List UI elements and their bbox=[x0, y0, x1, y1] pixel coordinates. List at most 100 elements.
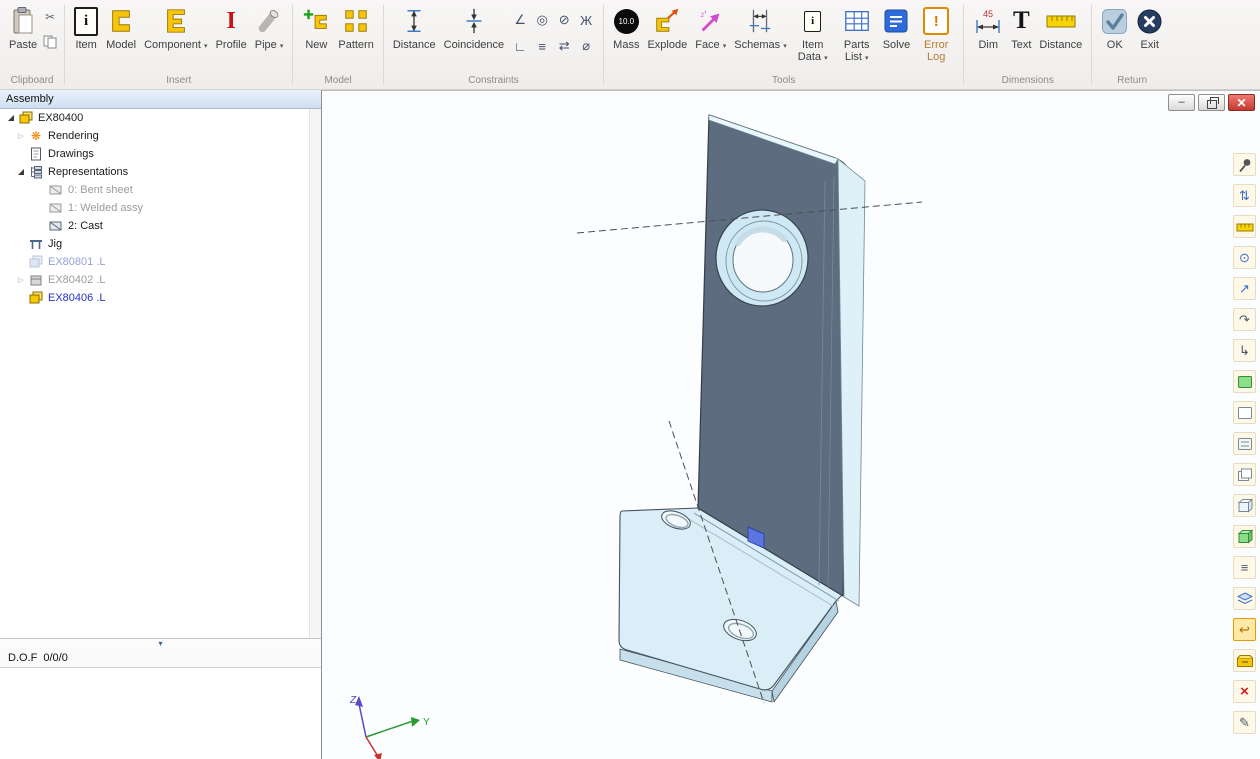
ok-button[interactable]: OK bbox=[1098, 3, 1131, 53]
solve-icon bbox=[883, 5, 909, 37]
text-icon: T bbox=[1013, 5, 1030, 37]
sketch-plane-icon[interactable] bbox=[1233, 432, 1256, 455]
tree-item-representations[interactable]: ◢ Representations bbox=[0, 163, 321, 181]
measure-ruler-icon[interactable] bbox=[1233, 215, 1256, 238]
graphics-area[interactable]: Z Y – ✕ ⇅ ⊙ ↗ ↷ ↳ bbox=[322, 90, 1260, 759]
group-label-return: Return bbox=[1094, 75, 1170, 89]
center-point-icon[interactable]: ⊙ bbox=[1233, 246, 1256, 269]
error-log-button[interactable]: ! Error Log bbox=[915, 3, 957, 66]
panel-splitter[interactable]: ▾ bbox=[0, 638, 321, 648]
component-button[interactable]: Component ▾ bbox=[141, 3, 210, 53]
tree-item-rep-welded-assy[interactable]: 1: Welded assy bbox=[0, 199, 321, 217]
parts-list-button[interactable]: Parts List ▾ bbox=[836, 3, 878, 66]
concentric-constraint-icon[interactable]: ◎ bbox=[537, 12, 548, 28]
paste-button[interactable]: Paste bbox=[6, 3, 40, 53]
3d-viewport[interactable]: Z Y bbox=[322, 91, 1259, 759]
expander-icon[interactable]: ◢ bbox=[4, 114, 18, 122]
dropdown-arrow-icon: ▾ bbox=[824, 55, 828, 62]
distance-dimension-button[interactable]: Distance bbox=[1036, 3, 1085, 53]
direction-icon[interactable]: ↗ bbox=[1233, 277, 1256, 300]
curve-icon[interactable]: ↷ bbox=[1233, 308, 1256, 331]
exit-button[interactable]: Exit bbox=[1133, 3, 1166, 53]
angle-constraint-icon[interactable]: ∠ bbox=[514, 12, 526, 28]
edit-sketch-icon[interactable]: ✎ bbox=[1233, 711, 1256, 734]
perpendicular-constraint-icon[interactable]: ∟ bbox=[514, 39, 527, 54]
new-button[interactable]: New bbox=[299, 3, 333, 53]
dropdown-arrow-icon: ▾ bbox=[865, 55, 869, 62]
flip-orientation-icon[interactable]: ⇅ bbox=[1233, 184, 1256, 207]
pipe-button[interactable]: Pipe ▾ bbox=[252, 3, 287, 53]
distance-constraint-button[interactable]: Distance bbox=[390, 3, 439, 53]
tree-scrollbar[interactable] bbox=[309, 109, 321, 638]
profile-button[interactable]: I Profile bbox=[213, 3, 250, 53]
dim-button[interactable]: 45 Dim bbox=[970, 3, 1006, 53]
pattern-button[interactable]: Pattern bbox=[335, 3, 376, 53]
axis-triad: Z Y bbox=[349, 695, 430, 759]
model-button[interactable]: Model bbox=[103, 3, 139, 53]
ok-icon bbox=[1101, 5, 1128, 37]
assembly-icon bbox=[28, 291, 44, 305]
expander-icon[interactable]: ◢ bbox=[14, 168, 28, 176]
list-icon[interactable]: ≡ bbox=[1233, 556, 1256, 579]
expander-icon[interactable]: ▷ bbox=[14, 277, 28, 284]
tree-item-ex80402[interactable]: ▷ EX80402 .L bbox=[0, 271, 321, 289]
pin-icon[interactable] bbox=[1233, 153, 1256, 176]
layers-icon[interactable] bbox=[1233, 587, 1256, 610]
tree-item-drawings[interactable]: Drawings bbox=[0, 145, 321, 163]
delete-icon[interactable]: × bbox=[1233, 680, 1256, 703]
frame-icon[interactable] bbox=[1233, 463, 1256, 486]
tree-item-jig[interactable]: Jig bbox=[0, 235, 321, 253]
constraint-mini-grid: ∠ ◎ ⊘ Ж ∟ ≡ ⇄ ⌀ bbox=[509, 3, 597, 59]
tree-item-ex80406[interactable]: EX80406 .L bbox=[0, 289, 321, 307]
diameter-constraint-icon[interactable]: ⌀ bbox=[582, 38, 590, 54]
tree-item-ex80400[interactable]: ◢ EX80400 bbox=[0, 109, 321, 127]
item-icon: i bbox=[74, 5, 98, 37]
group-label-dimensions: Dimensions bbox=[966, 75, 1089, 89]
plane-on-icon[interactable] bbox=[1233, 370, 1256, 393]
dof-value: 0/0/0 bbox=[43, 652, 67, 664]
expander-icon[interactable]: ▷ bbox=[14, 133, 28, 140]
section-hook-icon[interactable]: ↩ bbox=[1233, 618, 1256, 641]
item-data-icon: i bbox=[804, 5, 821, 37]
ribbon-group-model: New Pattern Model bbox=[293, 0, 382, 89]
tangent-constraint-icon[interactable]: ⊘ bbox=[559, 12, 570, 28]
svg-text:45: 45 bbox=[983, 9, 993, 19]
solve-button[interactable]: Solve bbox=[880, 3, 914, 53]
ribbon-group-constraints: Distance Coincidence ∠ ◎ ⊘ Ж ∟ ≡ ⇄ ⌀ Con… bbox=[384, 0, 603, 89]
cut-icon[interactable]: ✂ bbox=[42, 9, 58, 25]
item-data-button[interactable]: i Item Data ▾ bbox=[792, 3, 834, 66]
plane-icon[interactable] bbox=[1233, 401, 1256, 424]
symmetry-constraint-icon[interactable]: Ж bbox=[580, 13, 592, 28]
ribbon: Paste ✂ Clipboard i Item Model bbox=[0, 0, 1260, 90]
coincidence-button[interactable]: Coincidence bbox=[441, 3, 508, 53]
restore-button[interactable] bbox=[1198, 94, 1225, 111]
plate-hole[interactable] bbox=[716, 210, 808, 306]
mass-button[interactable]: 10.0 Mass bbox=[610, 3, 642, 53]
dropdown-arrow-icon: ▾ bbox=[204, 43, 208, 50]
coincidence-icon bbox=[460, 5, 488, 37]
schemas-button[interactable]: Schemas ▾ bbox=[731, 3, 789, 53]
window-controls: – ✕ bbox=[1168, 94, 1255, 111]
explode-button[interactable]: Explode bbox=[644, 3, 690, 53]
group-label-insert: Insert bbox=[67, 75, 290, 89]
schemas-icon bbox=[746, 5, 774, 37]
copy-icon[interactable] bbox=[42, 34, 58, 50]
drawing-icon bbox=[28, 147, 44, 161]
corner-icon[interactable]: ↳ bbox=[1233, 339, 1256, 362]
face-button[interactable]: Face ▾ bbox=[692, 3, 729, 53]
item-button[interactable]: i Item bbox=[71, 3, 101, 53]
close-button[interactable]: ✕ bbox=[1228, 94, 1255, 111]
box-icon[interactable] bbox=[1233, 494, 1256, 517]
rendering-icon: ❋ bbox=[28, 129, 44, 143]
tree-item-rep-cast[interactable]: 2: Cast bbox=[0, 217, 321, 235]
solid-green-icon[interactable] bbox=[1233, 525, 1256, 548]
tree-item-rendering[interactable]: ▷ ❋ Rendering bbox=[0, 127, 321, 145]
text-button[interactable]: T Text bbox=[1008, 3, 1034, 53]
bracket-model[interactable] bbox=[619, 115, 865, 702]
drawer-icon[interactable] bbox=[1233, 649, 1256, 672]
tree-item-rep-bent-sheet[interactable]: 0: Bent sheet bbox=[0, 181, 321, 199]
parallel-constraint-icon[interactable]: ≡ bbox=[538, 39, 546, 54]
equal-distance-constraint-icon[interactable]: ⇄ bbox=[559, 38, 570, 54]
minimize-button[interactable]: – bbox=[1168, 94, 1195, 111]
tree-item-ex80801[interactable]: EX80801 .L bbox=[0, 253, 321, 271]
